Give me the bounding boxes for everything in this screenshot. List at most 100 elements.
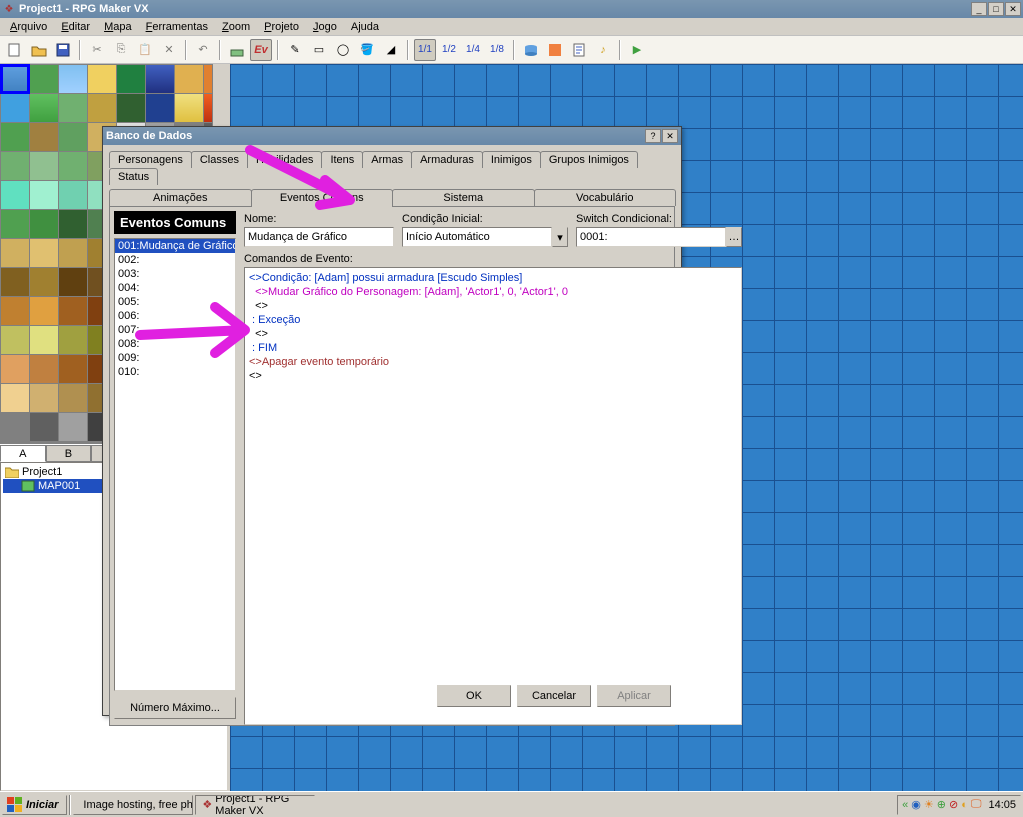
section-title: Eventos Comuns [114, 211, 236, 234]
fill-button[interactable]: 🪣 [356, 39, 378, 61]
tray-icon[interactable]: ◉ [911, 798, 921, 811]
tab-classes[interactable]: Classes [191, 151, 248, 168]
menu-projeto[interactable]: Projeto [258, 19, 305, 35]
event-mode-button[interactable]: Ev [250, 39, 272, 61]
tab-eventos-comuns[interactable]: Eventos Comuns [251, 189, 394, 207]
nome-input[interactable] [244, 227, 394, 247]
ellipse-button[interactable]: ◯ [332, 39, 354, 61]
dialog-close-button[interactable]: ✕ [662, 129, 678, 143]
dialog-title-text: Banco de Dados [106, 130, 645, 142]
tab-inimigos[interactable]: Inimigos [482, 151, 541, 168]
script-button[interactable] [568, 39, 590, 61]
tab-b[interactable]: B [46, 445, 92, 462]
zoom-1-8-button[interactable]: 1/8 [486, 39, 508, 61]
list-item[interactable]: 004: [115, 281, 235, 295]
tab-armas[interactable]: Armas [362, 151, 412, 168]
playtest-button[interactable]: ▶ [626, 39, 648, 61]
rect-button[interactable]: ▭ [308, 39, 330, 61]
menu-editar[interactable]: Editar [55, 19, 96, 35]
cmd-line[interactable]: : Exceção [249, 313, 737, 327]
maximize-button[interactable]: □ [988, 2, 1004, 16]
condicao-select[interactable] [402, 227, 552, 247]
switch-input[interactable] [576, 227, 726, 247]
cmd-line[interactable]: : FIM [249, 341, 737, 355]
list-item[interactable]: 002: [115, 253, 235, 267]
windows-icon [7, 797, 23, 813]
tray-icon[interactable]: ◐ [961, 799, 968, 811]
list-item[interactable]: 001:Mudança de Gráfico [115, 239, 235, 253]
save-button[interactable] [52, 39, 74, 61]
materials-button[interactable] [544, 39, 566, 61]
tab-status[interactable]: Status [109, 168, 158, 185]
tab-vocabulario[interactable]: Vocabulário [534, 189, 677, 206]
taskbar-item-2[interactable]: ❖ Project1 - RPG Maker VX [195, 795, 315, 815]
tab-sistema[interactable]: Sistema [392, 189, 535, 206]
clock[interactable]: 14:05 [988, 799, 1016, 811]
delete-button[interactable]: ✕ [158, 39, 180, 61]
ellipsis-button[interactable]: … [726, 227, 742, 247]
cmd-line[interactable]: <> [249, 299, 737, 313]
zoom-1-1-button[interactable]: 1/1 [414, 39, 436, 61]
open-button[interactable] [28, 39, 50, 61]
sound-button[interactable]: ♪ [592, 39, 614, 61]
menu-ferramentas[interactable]: Ferramentas [140, 19, 214, 35]
menu-zoom[interactable]: Zoom [216, 19, 256, 35]
menu-mapa[interactable]: Mapa [98, 19, 138, 35]
commands-list[interactable]: <>Condição: [Adam] possui armadura [Escu… [244, 267, 742, 725]
cmd-line[interactable]: <>Mudar Gráfico do Personagem: [Adam], '… [249, 285, 737, 299]
taskbar: Iniciar Image hosting, free phot... ❖ Pr… [0, 791, 1023, 817]
undo-button[interactable]: ↶ [192, 39, 214, 61]
pencil-button[interactable]: ✎ [284, 39, 306, 61]
cancel-button[interactable]: Cancelar [517, 685, 591, 707]
layer1-button[interactable] [226, 39, 248, 61]
close-button[interactable]: ✕ [1005, 2, 1021, 16]
tab-itens[interactable]: Itens [321, 151, 363, 168]
tray-icon[interactable]: « [902, 799, 908, 811]
new-project-button[interactable] [4, 39, 26, 61]
cmd-line[interactable]: <> [249, 369, 737, 383]
database-button[interactable] [520, 39, 542, 61]
list-item[interactable]: 006: [115, 309, 235, 323]
paste-button[interactable]: 📋 [134, 39, 156, 61]
tab-armaduras[interactable]: Armaduras [411, 151, 483, 168]
copy-button[interactable]: ⎘ [110, 39, 132, 61]
list-item[interactable]: 010: [115, 365, 235, 379]
zoom-1-2-button[interactable]: 1/2 [438, 39, 460, 61]
commands-label: Comandos de Evento: [244, 253, 742, 265]
cut-button[interactable]: ✂ [86, 39, 108, 61]
cmd-line[interactable]: <> [249, 327, 737, 341]
list-item[interactable]: 007: [115, 323, 235, 337]
dropdown-arrow-icon[interactable]: ▾ [552, 227, 568, 247]
tab-personagens[interactable]: Personagens [109, 151, 192, 168]
dialog-help-button[interactable]: ? [645, 129, 661, 143]
cmd-line[interactable]: <>Condição: [Adam] possui armadura [Escu… [249, 271, 737, 285]
cmd-line[interactable]: <>Apagar evento temporário [249, 355, 737, 369]
tray-icon[interactable]: ☀ [924, 798, 934, 811]
tray-icon[interactable]: ⊘ [949, 798, 958, 811]
shadow-button[interactable]: ◢ [380, 39, 402, 61]
menu-ajuda[interactable]: Ajuda [345, 19, 385, 35]
tab-animacoes[interactable]: Animações [109, 189, 252, 206]
ok-button[interactable]: OK [437, 685, 511, 707]
zoom-1-4-button[interactable]: 1/4 [462, 39, 484, 61]
start-button[interactable]: Iniciar [2, 795, 67, 815]
common-events-list[interactable]: 001:Mudança de Gráfico 002: 003: 004: 00… [114, 238, 236, 691]
tab-grupos[interactable]: Grupos Inimigos [540, 151, 638, 168]
taskbar-item-1[interactable]: Image hosting, free phot... [73, 795, 193, 815]
list-item[interactable]: 008: [115, 337, 235, 351]
system-tray[interactable]: « ◉ ☀ ⊕ ⊘ ◐ 🖵 14:05 [897, 795, 1021, 815]
minimize-button[interactable]: _ [971, 2, 987, 16]
menu-jogo[interactable]: Jogo [307, 19, 343, 35]
list-item[interactable]: 009: [115, 351, 235, 365]
tab-a[interactable]: A [0, 445, 46, 462]
apply-button[interactable]: Aplicar [597, 685, 671, 707]
tab-habilidades[interactable]: Habilidades [247, 151, 322, 168]
menu-arquivo[interactable]: AArquivorquivo [4, 19, 53, 35]
database-dialog: Banco de Dados ? ✕ Personagens Classes H… [102, 126, 682, 716]
list-item[interactable]: 005: [115, 295, 235, 309]
tray-icon[interactable]: ⊕ [937, 798, 946, 811]
max-number-button[interactable]: Número Máximo... [114, 697, 236, 719]
dialog-titlebar[interactable]: Banco de Dados ? ✕ [103, 127, 681, 145]
list-item[interactable]: 003: [115, 267, 235, 281]
tray-icon[interactable]: 🖵 [971, 798, 982, 811]
